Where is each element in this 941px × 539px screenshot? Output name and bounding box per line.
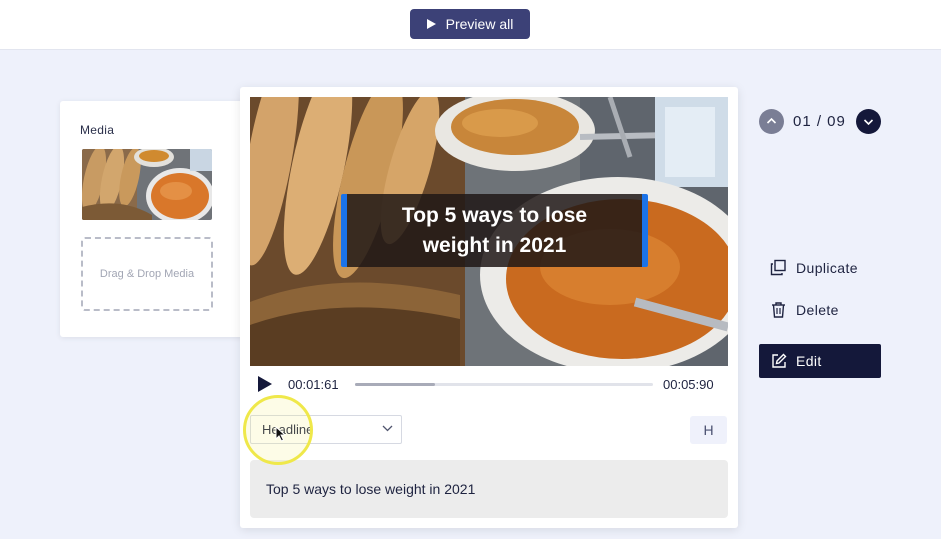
player-controls: 00:01:61 00:05:90 [258, 375, 728, 395]
previous-slide-button[interactable] [759, 109, 784, 134]
total-time: 00:05:90 [663, 377, 714, 392]
text-style-select-value: Headline [262, 422, 314, 437]
edit-label: Edit [796, 353, 822, 369]
chevron-down-icon [863, 119, 874, 126]
duplicate-label: Duplicate [796, 259, 858, 276]
edit-icon [772, 353, 787, 368]
heading-button[interactable]: H [690, 416, 727, 444]
media-panel-title: Media [80, 123, 115, 137]
chevron-up-icon [766, 117, 777, 124]
duplicate-button[interactable]: Duplicate [770, 259, 858, 276]
video-caption[interactable]: Top 5 ways to lose weight in 2021 [341, 194, 648, 267]
duplicate-icon [770, 259, 786, 276]
caption-text-input[interactable]: Top 5 ways to lose weight in 2021 [250, 460, 728, 518]
slide-navigator: 01 / 09 [759, 109, 884, 135]
play-icon [426, 19, 436, 29]
seek-bar-progress [355, 383, 436, 386]
delete-label: Delete [796, 301, 839, 318]
slide-card: Top 5 ways to lose weight in 2021 00:01:… [240, 87, 738, 528]
delete-button[interactable]: Delete [770, 301, 839, 318]
edit-button[interactable]: Edit [759, 344, 881, 378]
top-bar: Preview all [0, 0, 941, 50]
current-time: 00:01:61 [288, 377, 339, 392]
drag-drop-zone[interactable]: Drag & Drop Media [81, 237, 213, 311]
chevron-down-icon [382, 425, 393, 432]
video-preview[interactable]: Top 5 ways to lose weight in 2021 [250, 97, 728, 366]
seek-bar[interactable] [355, 383, 653, 386]
media-thumbnail[interactable] [82, 149, 212, 220]
text-style-select[interactable]: Headline [250, 415, 402, 444]
play-icon[interactable] [258, 376, 272, 392]
media-panel: Media Drag & Drop Media [60, 101, 250, 337]
next-slide-button[interactable] [856, 109, 881, 134]
preview-all-label: Preview all [445, 16, 514, 32]
slide-counter: 01 / 09 [793, 113, 846, 130]
trash-icon [772, 302, 785, 318]
preview-all-button[interactable]: Preview all [410, 9, 530, 39]
